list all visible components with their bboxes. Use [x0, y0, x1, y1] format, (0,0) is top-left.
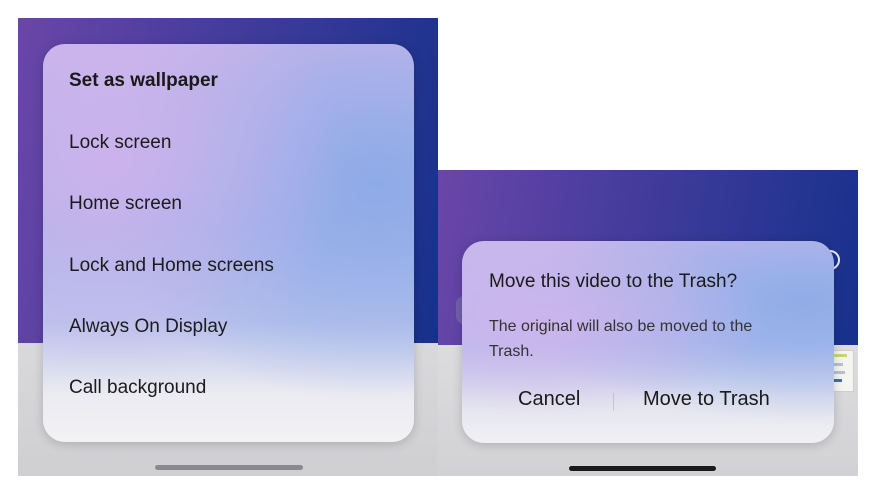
- menu-item-call-background[interactable]: Call background: [69, 377, 206, 399]
- move-to-trash-button[interactable]: Move to Trash: [643, 388, 770, 411]
- menu-item-home-screen[interactable]: Home screen: [69, 193, 182, 215]
- home-indicator[interactable]: [155, 465, 303, 470]
- menu-item-always-on-display[interactable]: Always On Display: [69, 316, 227, 338]
- sheet-title: Set as wallpaper: [69, 70, 218, 91]
- wallpaper-options-sheet: Set as wallpaper Lock screen Home screen…: [43, 44, 414, 442]
- button-divider: [613, 393, 614, 411]
- cancel-button[interactable]: Cancel: [518, 388, 580, 411]
- menu-item-lock-and-home-screens[interactable]: Lock and Home screens: [69, 255, 274, 277]
- gallery-screen: i Move this video to the Trash? The orig…: [438, 170, 858, 476]
- wallpaper-screen: Set as wallpaper Lock screen Home screen…: [18, 18, 438, 476]
- trash-confirm-dialog: Move this video to the Trash? The origin…: [462, 241, 834, 443]
- home-indicator[interactable]: [569, 466, 716, 471]
- dialog-title: Move this video to the Trash?: [489, 271, 738, 292]
- menu-item-lock-screen[interactable]: Lock screen: [69, 132, 171, 154]
- dialog-message: The original will also be moved to the T…: [489, 318, 753, 360]
